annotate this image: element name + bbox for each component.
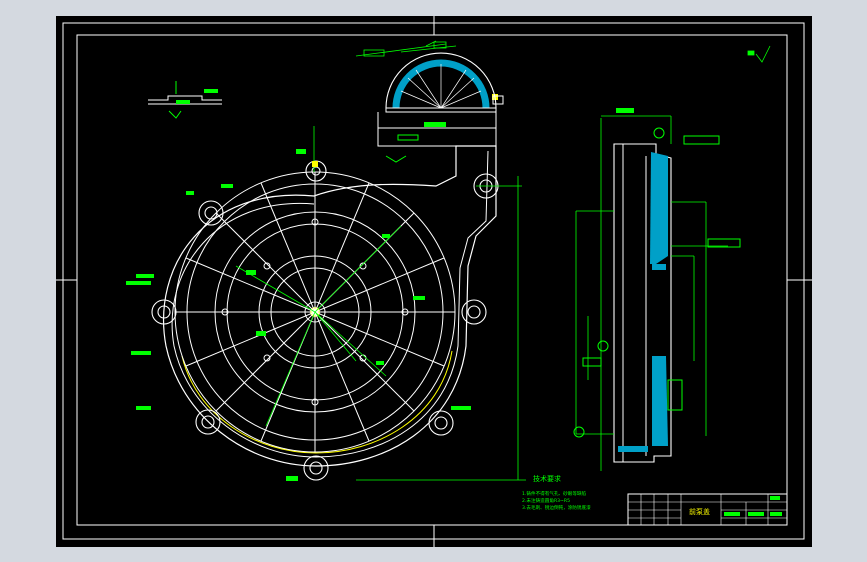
- outlet-neck: [377, 112, 497, 163]
- front-view: [126, 94, 526, 481]
- cad-viewport[interactable]: 技术要求 1.铸件不得有气孔、砂眼等缺陷 2.未注铸造圆角R3~R5 3.去毛刺…: [0, 0, 867, 562]
- outer-border: [62, 22, 805, 540]
- front-pump-cover-drawing: 技术要求 1.铸件不得有气孔、砂眼等缺陷 2.未注铸造圆角R3~R5 3.去毛刺…: [56, 16, 812, 547]
- notes-title: 技术要求: [533, 474, 561, 483]
- drawing-sheet[interactable]: 技术要求 1.铸件不得有气孔、砂眼等缺陷 2.未注铸造圆角R3~R5 3.去毛刺…: [56, 16, 812, 547]
- note-line-2: 2.未注铸造圆角R3~R5: [522, 497, 570, 504]
- note-line-3: 3.去毛刺、锐边倒钝，涂防锈底漆: [522, 504, 591, 511]
- note-line-1: 1.铸件不得有气孔、砂眼等缺陷: [522, 490, 587, 497]
- roughness-symbol: [747, 45, 771, 63]
- part-name: 前泵盖: [689, 507, 710, 516]
- technical-notes: 技术要求 1.铸件不得有气孔、砂眼等缺陷 2.未注铸造圆角R3~R5 3.去毛刺…: [522, 474, 591, 511]
- detail-view-small: [148, 81, 222, 119]
- side-section-view: [573, 108, 741, 471]
- top-flange-section: [355, 40, 504, 113]
- title-block: 前泵盖: [627, 493, 788, 526]
